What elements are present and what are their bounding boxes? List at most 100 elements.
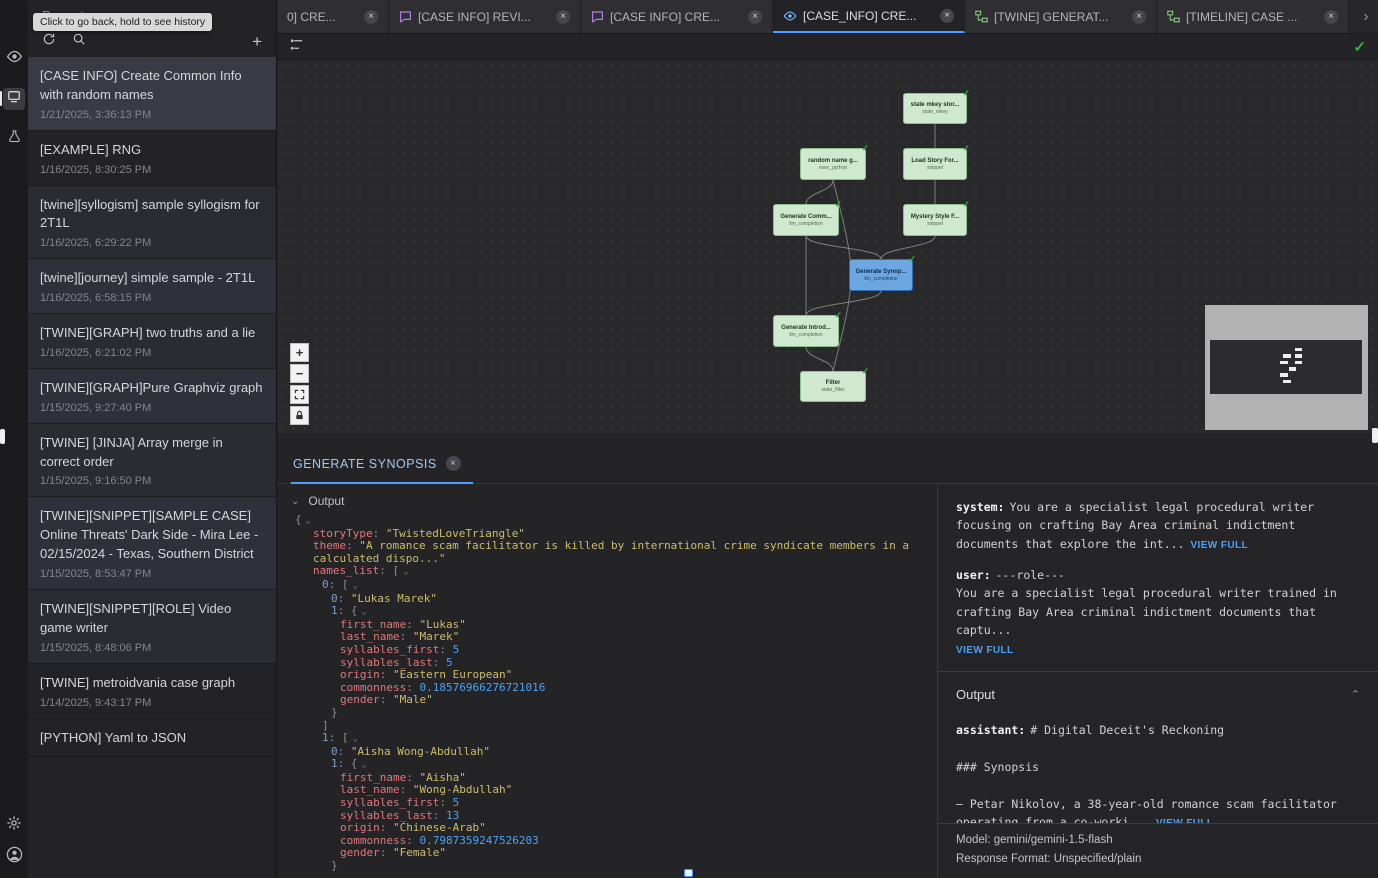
- prompt-timestamp: 1/16/2025, 6:58:15 PM: [40, 292, 264, 304]
- prompt-timestamp: 1/14/2025, 9:43:17 PM: [40, 697, 264, 709]
- node-subtitle: snippet: [927, 165, 943, 172]
- json-line: 1: {⌄: [289, 758, 929, 772]
- output-tab[interactable]: GENERATE SYNOPSIS ×: [291, 456, 473, 484]
- check-icon: ✓: [962, 88, 970, 99]
- refresh-icon[interactable]: [42, 32, 56, 51]
- close-icon[interactable]: ×: [446, 456, 461, 471]
- layout-icon[interactable]: [289, 37, 304, 57]
- list-item[interactable]: [TWINE][GRAPH]Pure Graphviz graph1/15/20…: [28, 369, 276, 424]
- list-item[interactable]: [TWINE][GRAPH] two truths and a lie1/16/…: [28, 314, 276, 369]
- minimap-viewport: [1210, 340, 1362, 394]
- view-full-link[interactable]: VIEW FULL: [1190, 540, 1247, 551]
- chevron-down-icon[interactable]: ⌄: [353, 581, 358, 591]
- message-text: # Digital Deceit's Reckoning ### Synopsi…: [956, 723, 1344, 829]
- prompt-timestamp: 1/15/2025, 9:27:40 PM: [40, 402, 264, 414]
- chevron-down-icon[interactable]: ⌄: [362, 607, 367, 617]
- add-prompt-button[interactable]: +: [252, 35, 262, 49]
- graph-canvas[interactable]: + − state mkey stor...state_mkey✓random …: [277, 60, 1378, 434]
- node-title: Filter: [826, 379, 841, 387]
- chevron-down-icon[interactable]: ⌄: [306, 516, 311, 526]
- list-item[interactable]: [TWINE] metroidvania case graph1/14/2025…: [28, 664, 276, 719]
- editor-tab[interactable]: [CASE INFO] CRE...×: [581, 0, 773, 33]
- settings-button[interactable]: [3, 814, 25, 836]
- chevron-up-icon[interactable]: ⌃: [1351, 687, 1360, 705]
- view-full-link[interactable]: VIEW FULL: [956, 643, 1360, 659]
- graph-node-mystery_style[interactable]: Mystery Style F...snippet✓: [903, 204, 967, 236]
- list-item[interactable]: [twine][journey] simple sample - 2T1L1/1…: [28, 259, 276, 314]
- zoom-out-button[interactable]: −: [290, 364, 309, 383]
- rail-prompts-button[interactable]: [3, 88, 25, 110]
- list-item[interactable]: [PYTHON] Yaml to JSON: [28, 719, 276, 758]
- rail-experiments-button[interactable]: [3, 128, 25, 150]
- flow-icon: [975, 10, 988, 23]
- tab-label: 0] CRE...: [287, 10, 358, 24]
- splitter-grip-right[interactable]: [1372, 428, 1378, 443]
- list-item[interactable]: [TWINE][SNIPPET][ROLE] Video game writer…: [28, 590, 276, 664]
- prompt-title: [TWINE] [JINJA] Array merge in correct o…: [40, 434, 264, 472]
- chevron-down-icon[interactable]: ⌄: [353, 734, 358, 744]
- prompt-timestamp: 1/16/2025, 6:21:02 PM: [40, 347, 264, 359]
- list-item[interactable]: [EXAMPLE] RNG1/16/2025, 8:30:25 PM: [28, 131, 276, 186]
- json-line: }: [289, 707, 929, 720]
- eye-icon: [783, 9, 797, 23]
- divider: [938, 671, 1378, 672]
- list-item[interactable]: [CASE INFO] Create Common Info with rand…: [28, 57, 276, 131]
- lock-button[interactable]: [290, 406, 309, 425]
- json-line: gender: "Male": [289, 694, 929, 707]
- editor-tab[interactable]: [CASE INFO] REVI...×: [389, 0, 581, 33]
- chat-icon: [399, 10, 412, 23]
- list-item[interactable]: [TWINE] [JINJA] Array merge in correct o…: [28, 424, 276, 498]
- account-button[interactable]: [3, 846, 25, 868]
- close-icon[interactable]: ×: [556, 10, 570, 24]
- run-metadata: Model: gemini/gemini-1.5-flash Response …: [938, 823, 1378, 878]
- minimap-node: [1280, 373, 1288, 377]
- eye-icon: [6, 48, 23, 70]
- editor-tab[interactable]: 0] CRE... ×: [277, 0, 389, 33]
- close-icon[interactable]: ×: [940, 9, 954, 23]
- graph-node-generate_common[interactable]: Generate Comm...llm_completion✓: [773, 204, 839, 236]
- editor-tab[interactable]: [CASE_INFO] CRE... ×: [773, 0, 965, 33]
- role-label: system:: [956, 500, 1004, 514]
- chevron-right-icon[interactable]: ›: [1354, 0, 1378, 33]
- close-icon[interactable]: ×: [748, 10, 762, 24]
- graph-node-generate_intro[interactable]: Generate Introd...llm_completion✓: [773, 315, 839, 347]
- flask-icon: [7, 129, 22, 149]
- bottom-panel: GENERATE SYNOPSIS × ⌄ Output {⌄storyType…: [277, 434, 1378, 878]
- fit-view-button[interactable]: [290, 385, 309, 404]
- zoom-in-button[interactable]: +: [290, 343, 309, 362]
- edge: [806, 236, 881, 259]
- chevron-down-icon[interactable]: ⌄: [403, 567, 408, 577]
- graph-node-state_mkey[interactable]: state mkey stor...state_mkey✓: [903, 93, 967, 124]
- tooltip: Click to go back, hold to see history: [33, 13, 212, 31]
- splitter-grip-bottom[interactable]: [684, 869, 693, 877]
- close-icon[interactable]: ×: [364, 10, 378, 24]
- chevron-down-icon[interactable]: ⌄: [362, 760, 367, 770]
- graph-node-filter[interactable]: Filterstate_filter✓: [800, 371, 866, 402]
- editor-area: 0] CRE...×[CASE INFO] REVI...×[CASE INFO…: [277, 0, 1378, 878]
- graph-node-random_name[interactable]: random name g...exec_python✓: [800, 148, 866, 180]
- node-title: random name g...: [808, 157, 858, 165]
- minimap[interactable]: [1205, 305, 1368, 430]
- graph-node-load_story[interactable]: Load Story For...snippet✓: [903, 148, 967, 180]
- close-icon[interactable]: ×: [1324, 10, 1338, 24]
- json-line: names_list: [⌄: [289, 565, 929, 579]
- graph-node-generate_synopsis[interactable]: Generate Synop...llm_completion✓: [849, 259, 913, 291]
- minimap-node: [1283, 380, 1291, 384]
- tab-label: GENERATE SYNOPSIS: [293, 457, 437, 471]
- chevron-down-icon[interactable]: ⌄: [291, 496, 299, 507]
- splitter-grip-left[interactable]: [0, 429, 5, 444]
- editor-tab[interactable]: [TWINE] GENERAT...×: [965, 0, 1157, 33]
- list-item[interactable]: [twine][syllogism] sample syllogism for …: [28, 186, 276, 260]
- node-title: Load Story For...: [911, 157, 958, 165]
- editor-tab[interactable]: [TIMELINE] CASE ...×: [1157, 0, 1349, 33]
- tab-label: [CASE_INFO] CRE...: [803, 9, 934, 23]
- search-icon[interactable]: [72, 32, 86, 51]
- system-message: system:You are a specialist legal proced…: [956, 498, 1360, 554]
- check-icon: ✓: [834, 199, 842, 210]
- close-icon[interactable]: ×: [1132, 10, 1146, 24]
- node-subtitle: state_filter: [821, 387, 844, 394]
- node-title: Generate Synop...: [855, 268, 906, 276]
- list-item[interactable]: [TWINE][SNIPPET][SAMPLE CASE] Online Thr…: [28, 497, 276, 590]
- app-window: Prompts + [CASE INFO] Create Common Info…: [0, 0, 1378, 878]
- rail-view-button[interactable]: [3, 48, 25, 70]
